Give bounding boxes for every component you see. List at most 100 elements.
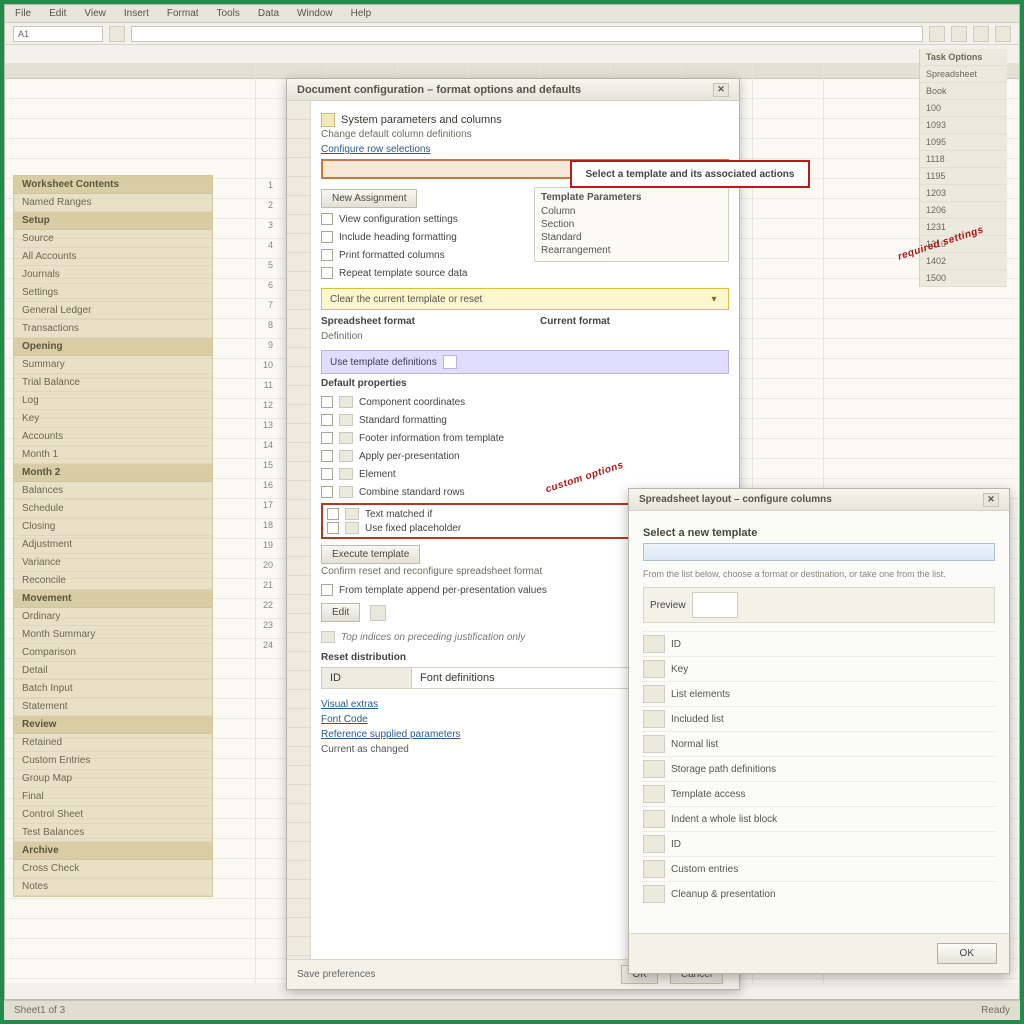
left-panel-item[interactable]: Custom Entries [14,752,212,770]
left-panel-item[interactable]: All Accounts [14,248,212,266]
left-panel-item[interactable]: Settings [14,284,212,302]
menu-data[interactable]: Data [258,5,279,22]
right-panel-item[interactable]: 1195 [920,168,1007,185]
left-panel-item[interactable]: Ordinary [14,608,212,626]
left-panel-item[interactable]: Group Map [14,770,212,788]
menu-help[interactable]: Help [351,5,372,22]
checkbox[interactable] [321,249,333,261]
checkbox[interactable] [321,213,333,225]
right-panel-item[interactable]: Book [920,83,1007,100]
left-panel-item[interactable]: Archive [14,842,212,860]
left-panel-item[interactable]: Notes [14,878,212,896]
list-item-label[interactable]: Included list [671,714,724,725]
menu-tools[interactable]: Tools [217,5,240,22]
left-panel-item[interactable]: Month 2 [14,464,212,482]
left-panel-item[interactable]: Trial Balance [14,374,212,392]
ok-button[interactable]: OK [937,943,997,964]
left-panel-item[interactable]: Retained [14,734,212,752]
right-panel-item[interactable]: 1206 [920,202,1007,219]
left-panel-item[interactable]: Transactions [14,320,212,338]
dialog-nav-strip[interactable] [287,101,311,959]
yellow-info-bar[interactable]: Clear the current template or reset ▾ [321,288,729,310]
left-panel-item[interactable]: Accounts [14,428,212,446]
left-panel-item[interactable]: Review [14,716,212,734]
left-panel-item[interactable]: Control Sheet [14,806,212,824]
checkbox[interactable] [321,486,333,498]
toolbar-icon[interactable] [929,26,945,42]
left-panel-item[interactable]: Log [14,392,212,410]
name-box[interactable]: A1 [13,26,103,42]
menubar[interactable]: File Edit View Insert Format Tools Data … [5,5,1019,23]
menu-insert[interactable]: Insert [124,5,149,22]
edit-icon[interactable] [370,605,386,621]
left-panel-item[interactable]: Schedule [14,500,212,518]
checkbox[interactable] [327,522,339,534]
right-panel-item[interactable]: 100 [920,100,1007,117]
left-panel-item[interactable]: Final [14,788,212,806]
toolbar-icon[interactable] [995,26,1011,42]
left-panel-item[interactable]: General Ledger [14,302,212,320]
formula-bar[interactable] [131,26,923,42]
template-selector[interactable]: Use template definitions [321,350,729,374]
list-item-label[interactable]: Normal list [671,739,718,750]
close-icon[interactable]: ✕ [983,493,999,507]
chevron-down-icon[interactable]: ▾ [708,293,720,305]
left-panel-item[interactable]: Closing [14,518,212,536]
left-panel-item[interactable]: Summary [14,356,212,374]
checkbox[interactable] [321,396,333,408]
left-panel-item[interactable]: Key [14,410,212,428]
menu-edit[interactable]: Edit [49,5,66,22]
list-item-label[interactable]: Custom entries [671,864,738,875]
right-panel-item[interactable]: 1093 [920,117,1007,134]
menu-window[interactable]: Window [297,5,333,22]
menu-view[interactable]: View [84,5,106,22]
list-item-label[interactable]: Storage path definitions [671,764,776,775]
close-icon[interactable]: ✕ [713,83,729,97]
new-assignment-button[interactable]: New Assignment [321,189,417,208]
template-select-field[interactable] [643,543,995,561]
checkbox[interactable] [321,231,333,243]
left-panel-item[interactable]: Variance [14,554,212,572]
list-item-label[interactable]: ID [671,839,681,850]
checkbox[interactable] [321,267,333,279]
left-panel-item[interactable]: Opening [14,338,212,356]
left-panel-item[interactable]: Setup [14,212,212,230]
checkbox[interactable] [321,450,333,462]
left-panel-item[interactable]: Journals [14,266,212,284]
toolbar-icon[interactable] [973,26,989,42]
checkbox[interactable] [327,508,339,520]
dropdown-icon[interactable] [443,355,457,369]
list-item-label[interactable]: Cleanup & presentation [671,889,776,900]
checkbox[interactable] [321,432,333,444]
edit-button[interactable]: Edit [321,603,360,622]
right-panel-item[interactable]: 1118 [920,151,1007,168]
configure-link[interactable]: Configure row selections [321,144,729,155]
list-item-label[interactable]: List elements [671,689,730,700]
checkbox[interactable] [321,468,333,480]
left-panel-item[interactable]: Balances [14,482,212,500]
checkbox[interactable] [321,584,333,596]
list-item-label[interactable]: Template access [671,789,745,800]
left-panel-item[interactable]: Month 1 [14,446,212,464]
left-panel-item[interactable]: Statement [14,698,212,716]
left-panel-item[interactable]: Movement [14,590,212,608]
toolbar-icon[interactable] [951,26,967,42]
right-panel-item[interactable]: 1203 [920,185,1007,202]
execute-button[interactable]: Execute template [321,545,420,564]
left-panel-item[interactable]: Reconcile [14,572,212,590]
right-panel-item[interactable]: 1500 [920,270,1007,287]
left-panel-item[interactable]: Detail [14,662,212,680]
left-panel-item[interactable]: Cross Check [14,860,212,878]
list-item-label[interactable]: Key [671,664,688,675]
right-panel-item[interactable]: 1402 [920,253,1007,270]
right-panel-item[interactable]: 1095 [920,134,1007,151]
left-panel-item[interactable]: Month Summary [14,626,212,644]
left-panel-item[interactable]: Source [14,230,212,248]
left-panel-item[interactable]: Adjustment [14,536,212,554]
left-panel-item[interactable]: Comparison [14,644,212,662]
left-panel-item[interactable]: Batch Input [14,680,212,698]
menu-format[interactable]: Format [167,5,199,22]
list-item-label[interactable]: Indent a whole list block [671,814,777,825]
list-item-label[interactable]: ID [671,639,681,650]
menu-file[interactable]: File [15,5,31,22]
